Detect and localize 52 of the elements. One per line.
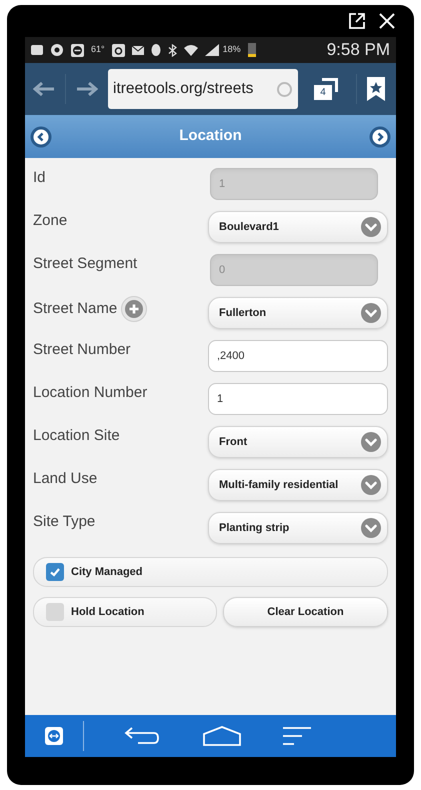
field-label: Location Number (33, 383, 148, 403)
readonly-field: 0 (210, 254, 378, 286)
field-label: Location Site (33, 426, 120, 446)
dropdown-select[interactable]: Multi-family residential (208, 469, 388, 501)
chevron-down-icon (361, 217, 381, 237)
home-icon[interactable] (202, 725, 242, 747)
input-field[interactable]: ,2400 (208, 340, 388, 372)
readonly-field: 1 (210, 168, 378, 200)
hold-location-checkbox[interactable]: Hold Location (33, 597, 217, 627)
bluetooth-icon (168, 44, 177, 56)
temperature: 61° (91, 43, 105, 56)
chevron-down-icon (361, 303, 381, 323)
plus-icon[interactable] (121, 296, 148, 322)
eye-icon (50, 44, 64, 56)
back-icon[interactable] (124, 726, 160, 746)
field-label: Street Number (33, 340, 131, 360)
chevron-left-icon[interactable] (30, 126, 52, 148)
clock: 9:58 PM (326, 39, 390, 62)
dropdown-select[interactable]: Fullerton (208, 297, 388, 329)
chevron-down-icon (361, 475, 381, 495)
dropdown-select[interactable]: Boulevard1 (208, 211, 388, 243)
chevron-down-icon (361, 432, 381, 452)
battery-icon (248, 43, 256, 57)
back-arrow-icon[interactable] (33, 82, 55, 96)
dropdown-select[interactable]: Planting strip (208, 512, 388, 544)
checkbox[interactable] (46, 603, 64, 621)
signal-icon (204, 44, 219, 56)
bookmark-icon[interactable] (367, 77, 385, 101)
chevron-right-icon[interactable] (369, 126, 391, 148)
wifi-icon (184, 44, 198, 56)
remote-control-icon[interactable] (45, 727, 63, 745)
url-bar[interactable]: itreetools.org/streets (108, 69, 298, 109)
field-label: Street Name (33, 298, 118, 319)
input-field[interactable]: 1 (208, 383, 388, 415)
external-link-icon[interactable] (348, 12, 366, 30)
page-title: Location (179, 126, 242, 146)
checkmark-icon (49, 566, 61, 578)
field-label: Land Use (33, 469, 98, 489)
mail-icon (132, 46, 144, 54)
clear-location-button[interactable]: Clear Location (223, 597, 388, 627)
forward-arrow-icon[interactable] (76, 82, 98, 96)
checkbox[interactable] (46, 563, 64, 581)
battery-percent: 18% (222, 43, 241, 56)
field-label: Zone (33, 211, 68, 231)
chevron-down-icon (361, 518, 381, 538)
close-icon[interactable] (378, 12, 396, 30)
dropdown-select[interactable]: Front (208, 426, 388, 458)
menu-icon[interactable] (282, 726, 312, 746)
field-label: Id (33, 168, 46, 188)
field-label: Street Segment (33, 254, 138, 274)
city-managed-checkbox[interactable]: City Managed (33, 557, 388, 587)
field-label: Site Type (33, 512, 96, 532)
